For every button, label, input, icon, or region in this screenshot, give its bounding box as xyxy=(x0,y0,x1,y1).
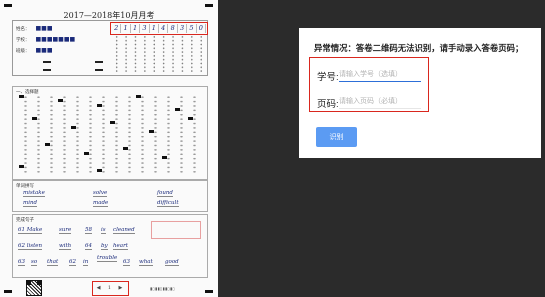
school-row: 学校： ■■■■■■■ xyxy=(16,36,76,43)
word-section-label: 单词拼写 xyxy=(16,184,34,189)
filled-bubble xyxy=(175,108,180,111)
word-spelling-section: 单词拼写 mistake solve found mind made diffi… xyxy=(12,180,208,212)
handwritten-word: with xyxy=(59,243,72,250)
handwritten-word: found xyxy=(157,190,173,197)
handwritten-word: cleaned xyxy=(113,227,135,234)
registration-mark xyxy=(205,4,213,7)
handwritten-word: trouble xyxy=(97,255,118,262)
handwritten-word: mind xyxy=(23,200,38,207)
handwritten-word: in xyxy=(83,259,89,266)
handwritten-word: good xyxy=(165,259,179,266)
score-box xyxy=(151,221,201,239)
barcode-mark xyxy=(95,69,103,71)
registration-mark xyxy=(4,4,12,7)
name-row: 姓名： ■■■ xyxy=(16,25,53,32)
handwritten-word: solve xyxy=(93,190,108,197)
exception-message: 异常情况：答卷二维码无法识别，请手动录入答卷页码； xyxy=(314,43,524,53)
filled-bubble xyxy=(123,147,128,150)
filled-bubble xyxy=(162,156,167,159)
recognize-button[interactable]: 识别 xyxy=(316,127,357,147)
handwritten-word: what xyxy=(139,259,153,266)
barcode-mark xyxy=(95,61,103,63)
sheet-code: ▮▯▮▮▯▮▮▯▮▯ xyxy=(150,286,176,291)
barcode-mark xyxy=(43,61,51,63)
school-label: 学校： xyxy=(16,38,30,43)
handwritten-word: so xyxy=(31,259,38,266)
registration-mark xyxy=(4,290,12,293)
page-number-highlight xyxy=(92,281,129,296)
handwritten-word: by xyxy=(101,243,108,250)
handwritten-word: that xyxy=(47,259,59,266)
class-label: 班级： xyxy=(16,49,30,54)
handwritten-word: 62 xyxy=(69,259,76,266)
filled-bubble xyxy=(71,126,76,129)
filled-bubble xyxy=(19,165,24,168)
handwritten-word: difficult xyxy=(157,200,179,207)
filled-bubble xyxy=(149,130,154,133)
handwritten-word: heart xyxy=(113,243,128,250)
handwritten-word: made xyxy=(93,200,109,207)
filled-bubble xyxy=(97,104,102,107)
filled-bubble xyxy=(32,117,37,120)
filled-bubble xyxy=(45,143,50,146)
student-id-bubbles xyxy=(112,35,206,73)
student-id-highlight xyxy=(110,22,208,35)
multiple-choice-section: 一、选择题 xyxy=(12,86,208,180)
manual-entry-panel: 异常情况：答卷二维码无法识别，请手动录入答卷页码； 学号: 页码: 识别 xyxy=(299,28,541,158)
handwritten-word: 58 xyxy=(85,227,92,234)
filled-bubble xyxy=(136,95,141,98)
answer-sheet-scan: 2017—2018年10月月考 姓名： ■■■ 学校： ■■■■■■■ 班级： ■■■… xyxy=(0,0,218,297)
handwritten-word: 62 listen xyxy=(18,243,43,250)
mc-bubble-grid xyxy=(19,95,201,175)
handwritten-word: sure xyxy=(59,227,72,234)
handwritten-word: is xyxy=(101,227,106,234)
filled-bubble xyxy=(110,121,115,124)
sentence-section: 完成句子 61 Make sure 58 is cleaned 62 liste… xyxy=(12,214,208,278)
filled-bubble xyxy=(188,117,193,120)
handwritten-word: 63 xyxy=(18,259,25,266)
barcode-mark xyxy=(43,69,51,71)
handwritten-word: 64 xyxy=(85,243,92,250)
class-row: 班级： ■■■ xyxy=(16,47,53,54)
handwritten-word: mistake xyxy=(23,190,45,197)
filled-bubble xyxy=(19,95,24,98)
filled-bubble xyxy=(58,99,63,102)
handwritten-word: 61 Make xyxy=(18,227,43,234)
input-highlight xyxy=(309,57,429,112)
name-label: 姓名： xyxy=(16,27,30,32)
qr-code xyxy=(26,280,42,296)
sentence-section-label: 完成句子 xyxy=(16,218,34,223)
handwritten-word: 63 xyxy=(123,259,130,266)
filled-bubble xyxy=(84,152,89,155)
filled-bubble xyxy=(97,169,102,172)
registration-mark xyxy=(205,290,213,293)
